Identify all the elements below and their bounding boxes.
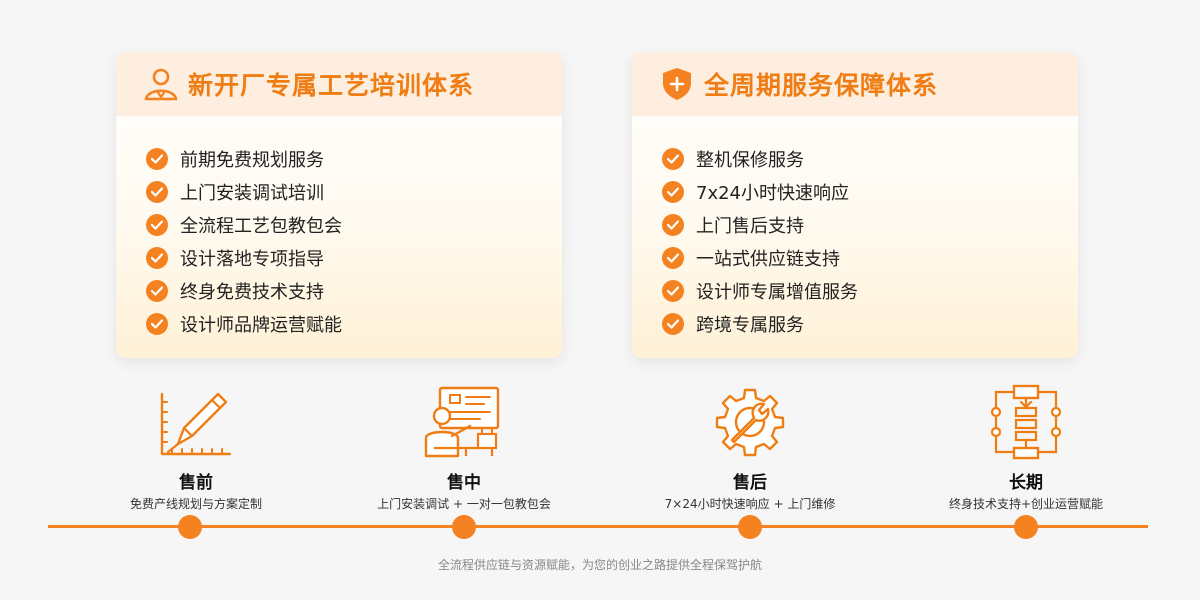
list-item: 设计落地专项指导 (146, 241, 562, 274)
footer-tagline: 全流程供应链与资源赋能，为您的创业之路提供全程保驾护航 (437, 558, 762, 572)
timeline-line (48, 525, 1148, 528)
stage-description: 上门安装调试 + 一对一包教包会 (377, 497, 551, 511)
training-item-list: 前期免费规划服务 上门安装调试培训 全流程工艺包教包会 设计落地专项指导 终身免… (116, 116, 562, 340)
item-label: 整机保修服务 (696, 149, 804, 171)
person-icon (142, 65, 180, 103)
list-item: 一站式供应链支持 (662, 241, 1078, 274)
stage-description: 免费产线规划与方案定制 (129, 497, 262, 511)
check-icon (146, 279, 168, 302)
list-item: 跨境专属服务 (662, 307, 1078, 340)
check-icon (662, 246, 684, 269)
training-card-title: 新开厂专属工艺培训体系 (188, 71, 475, 100)
check-icon (662, 147, 684, 170)
stage-longterm: 长期 终身技术支持+创业运营赋能 (906, 382, 1146, 512)
process-flow-icon (906, 382, 1146, 470)
item-label: 设计师品牌运营赋能 (180, 314, 342, 336)
timeline-dot (1014, 515, 1038, 539)
item-label: 上门安装调试培训 (180, 182, 324, 204)
stage-presale: 售前 免费产线规划与方案定制 (76, 382, 316, 512)
item-label: 全流程工艺包教包会 (180, 215, 342, 237)
list-item: 设计师专属增值服务 (662, 274, 1078, 307)
service-card: 全周期服务保障体系 整机保修服务 7x24小时快速响应 上门售后支持 一站式供应… (632, 52, 1078, 358)
check-icon (662, 312, 684, 335)
trainer-board-icon (344, 382, 584, 470)
check-icon (146, 147, 168, 170)
service-card-title: 全周期服务保障体系 (704, 71, 939, 100)
timeline-dot (452, 515, 476, 539)
gear-wrench-icon (630, 382, 870, 470)
list-item: 整机保修服务 (662, 142, 1078, 175)
stage-title: 售中 (447, 473, 481, 493)
item-label: 前期免费规划服务 (180, 149, 324, 171)
shield-plus-icon (658, 65, 696, 103)
check-icon (662, 213, 684, 236)
check-icon (146, 312, 168, 335)
timeline-dot (178, 515, 202, 539)
stage-title: 售前 (179, 473, 213, 493)
list-item: 终身免费技术支持 (146, 274, 562, 307)
list-item: 7x24小时快速响应 (662, 175, 1078, 208)
stage-title: 长期 (1009, 473, 1043, 493)
list-item: 上门安装调试培训 (146, 175, 562, 208)
stage-description: 7×24小时快速响应 + 上门维修 (664, 497, 836, 511)
list-item: 上门售后支持 (662, 208, 1078, 241)
list-item: 全流程工艺包教包会 (146, 208, 562, 241)
item-label: 上门售后支持 (696, 215, 804, 237)
item-label: 7x24小时快速响应 (696, 182, 850, 204)
stage-title: 售后 (733, 473, 767, 493)
item-label: 设计师专属增值服务 (696, 281, 858, 303)
service-card-header: 全周期服务保障体系 (632, 52, 1078, 116)
item-label: 终身免费技术支持 (180, 281, 324, 303)
timeline-dot (738, 515, 762, 539)
list-item: 前期免费规划服务 (146, 142, 562, 175)
stage-insale: 售中 上门安装调试 + 一对一包教包会 (344, 382, 584, 512)
training-card: 新开厂专属工艺培训体系 前期免费规划服务 上门安装调试培训 全流程工艺包教包会 … (116, 52, 562, 358)
training-card-header: 新开厂专属工艺培训体系 (116, 52, 562, 116)
item-label: 一站式供应链支持 (696, 248, 840, 270)
check-icon (662, 180, 684, 203)
stage-description: 终身技术支持+创业运营赋能 (948, 497, 1104, 511)
stage-aftersale: 售后 7×24小时快速响应 + 上门维修 (630, 382, 870, 512)
item-label: 设计落地专项指导 (180, 248, 324, 270)
check-icon (662, 279, 684, 302)
ruler-pencil-icon (76, 382, 316, 470)
check-icon (146, 180, 168, 203)
item-label: 跨境专属服务 (696, 314, 804, 336)
check-icon (146, 246, 168, 269)
check-icon (146, 213, 168, 236)
list-item: 设计师品牌运营赋能 (146, 307, 562, 340)
service-item-list: 整机保修服务 7x24小时快速响应 上门售后支持 一站式供应链支持 设计师专属增… (632, 116, 1078, 340)
